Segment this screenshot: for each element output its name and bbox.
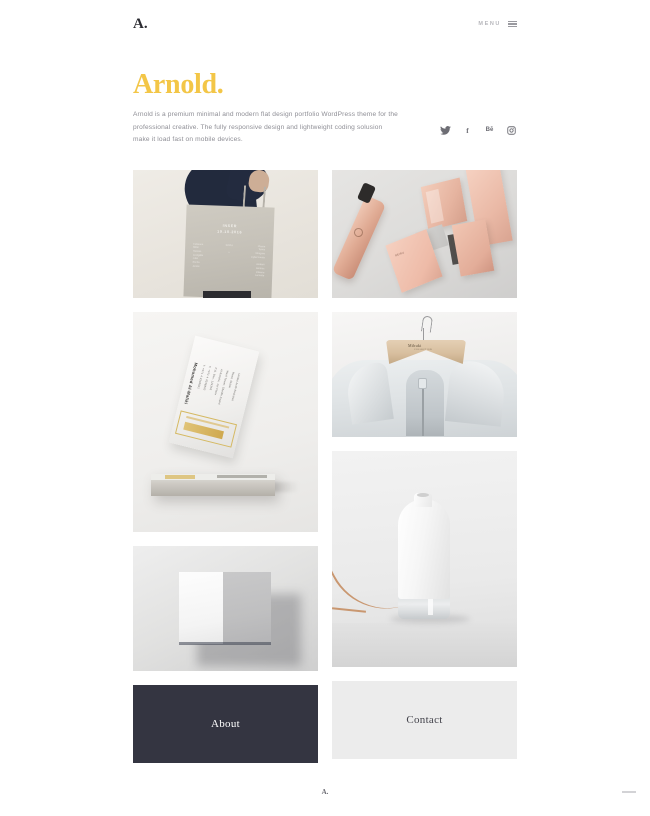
tote-print-date: 19.10.2016 <box>217 229 243 235</box>
intro-description: Arnold is a premium minimal and modern f… <box>133 110 398 144</box>
bottle-body <box>398 499 450 599</box>
scroll-indicator[interactable] <box>622 791 636 793</box>
tote-bag-shape: INSER 19.10.2016 Fabienne Miller Humain … <box>183 204 275 298</box>
site-header: A. MENU <box>0 0 650 48</box>
panel-about-label: About <box>211 718 240 730</box>
portfolio-column-left: INSER 19.10.2016 Fabienne Miller Humain … <box>133 170 318 763</box>
behance-icon[interactable]: Bē <box>484 125 495 136</box>
intro-section: Arnold. Arnold is a premium minimal and … <box>0 48 650 147</box>
facebook-glyph: f <box>466 125 469 135</box>
social-links: f Bē <box>440 125 517 136</box>
business-card-details: T. +971 4 3348801 F. +971 4 3348802 P.O.… <box>194 364 241 408</box>
business-card-foil-frame <box>174 410 238 448</box>
tote-base-shape <box>203 291 251 298</box>
tote-print-col-left: Fabienne Miller Humain Corrigible Luke R… <box>192 242 204 268</box>
menu-label: MENU <box>478 21 501 27</box>
hanger-brand-sublabel: COLLECTION <box>414 349 432 351</box>
footer-logo[interactable]: A. <box>322 788 329 796</box>
site-footer: A. <box>0 768 650 816</box>
behance-glyph: Bē <box>485 127 494 134</box>
menu-toggle-button[interactable]: MENU <box>478 20 517 28</box>
bottle-neck-opening <box>417 493 429 497</box>
garment-button <box>418 378 427 389</box>
book-left-page <box>179 572 232 644</box>
intro-row: Arnold is a premium minimal and modern f… <box>133 109 517 148</box>
business-card-stack <box>151 474 275 496</box>
cosmetics-box-upper <box>420 177 468 231</box>
tote-print: INSER 19.10.2016 Fabienne Miller Humain … <box>192 223 266 278</box>
tote-print-columns: Fabienne Miller Humain Corrigible Luke R… <box>192 242 265 278</box>
portfolio-tile-business-card[interactable]: Mohamed Al-Maliki T. +971 4 3348801 F. +… <box>133 312 318 532</box>
portfolio-tile-white-bottle[interactable] <box>332 451 517 667</box>
portfolio-grid: INSER 19.10.2016 Fabienne Miller Humain … <box>133 170 517 763</box>
portfolio-column-right: BEIRU Mibuki COLLECTION Contact <box>332 170 517 763</box>
portfolio-page: A. MENU Arnold. Arnold is a premium mini… <box>0 0 650 816</box>
portfolio-tile-hanger-garment[interactable]: Mibuki COLLECTION <box>332 312 517 437</box>
tote-print-col-right: Clause Tarres Morgane Cybel Lavois Andre… <box>251 244 266 278</box>
page-title: Arnold. <box>133 69 224 100</box>
tote-print-col-mid: SOFIA + <box>225 243 233 254</box>
hanger-hook-stem <box>423 328 425 342</box>
facebook-icon[interactable]: f <box>462 125 473 136</box>
portfolio-tile-folded-book[interactable] <box>133 546 318 671</box>
book-bottom-edge <box>179 642 271 645</box>
instagram-icon[interactable] <box>506 125 517 136</box>
panel-contact-label: Contact <box>406 714 443 726</box>
brand-logo[interactable]: A. <box>133 16 148 32</box>
cosmetics-box-upper-panel <box>425 188 444 224</box>
panel-about[interactable]: About <box>133 685 318 763</box>
twitter-icon[interactable] <box>440 125 451 136</box>
book-right-page <box>223 572 271 644</box>
business-card-stack-text <box>217 475 267 478</box>
hanger-brand-label: Mibuki <box>408 343 422 348</box>
cosmetics-box-label: BEIRU <box>394 251 405 258</box>
portfolio-tile-tote-bag[interactable]: INSER 19.10.2016 Fabienne Miller Humain … <box>133 170 318 298</box>
bottle-surface <box>332 623 517 667</box>
panel-contact[interactable]: Contact <box>332 681 517 759</box>
portfolio-tile-cosmetics[interactable]: BEIRU <box>332 170 517 298</box>
hamburger-icon[interactable] <box>508 20 517 28</box>
business-card-stack-foil <box>165 475 195 479</box>
